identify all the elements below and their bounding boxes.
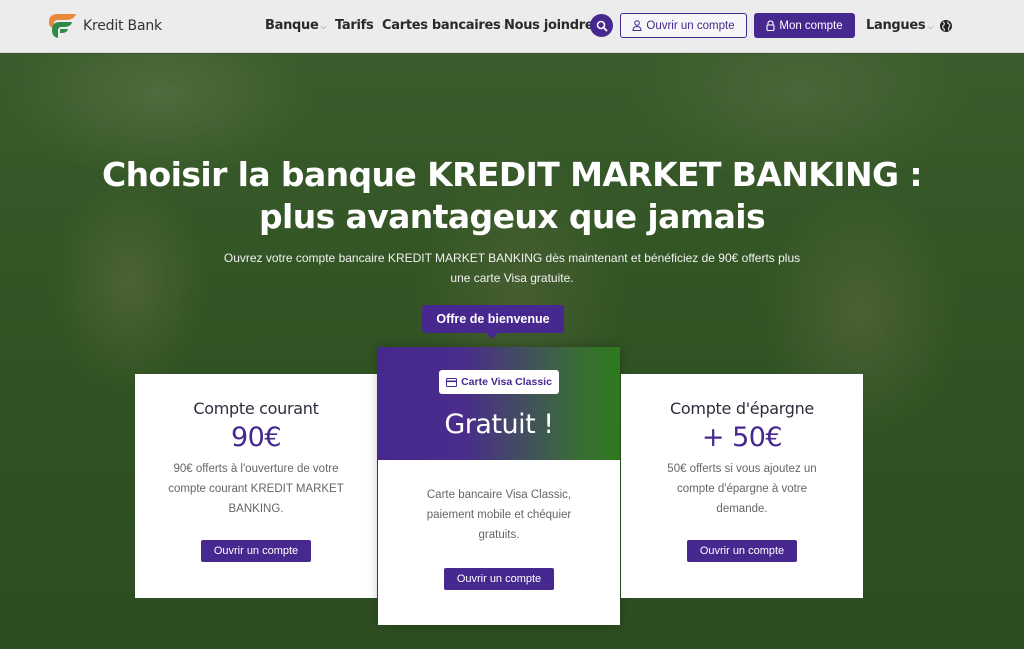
brand-name: Kredit Bank — [83, 18, 162, 34]
savings-account-card: Compte d'épargne + 50€ 50€ offerts si vo… — [621, 374, 863, 598]
search-icon — [596, 20, 607, 31]
credit-card-icon — [446, 377, 458, 387]
chevron-down-icon: ⌵ — [927, 22, 934, 31]
nav-label: Nous joindre — [504, 18, 594, 33]
lock-icon — [766, 20, 775, 31]
visa-classic-chip: Carte Visa Classic — [439, 370, 559, 394]
card-amount: 90€ — [230, 422, 282, 453]
brand-logo[interactable]: Kredit Bank — [46, 12, 162, 40]
chevron-down-icon: ⌵ — [320, 22, 327, 31]
open-visa-account-button[interactable]: Ouvrir un compte — [444, 568, 554, 590]
free-headline: Gratuit ! — [444, 409, 554, 440]
nav-item-cartes-bancaires[interactable]: Cartes bancaires ⌵ — [382, 18, 509, 33]
card-description: 50€ offerts si vous ajoutez un compte d'… — [667, 463, 817, 515]
nav-item-nous-joindre[interactable]: Nous joindre — [504, 18, 594, 33]
visa-classic-card: Carte Visa Classic Gratuit ! Carte banca… — [378, 347, 620, 625]
nav-label: Banque — [265, 18, 319, 33]
card-amount: + 50€ — [701, 422, 783, 453]
search-button[interactable] — [590, 14, 613, 37]
nav-label: Cartes bancaires — [382, 18, 501, 33]
visa-chip-label: Carte Visa Classic — [461, 376, 552, 388]
user-icon — [632, 20, 642, 31]
open-account-button[interactable]: Ouvrir un compte — [620, 13, 747, 38]
open-checking-account-button[interactable]: Ouvrir un compte — [201, 540, 311, 562]
card-title: Compte d'épargne — [670, 399, 814, 418]
nav-label: Tarifs — [335, 18, 374, 33]
hero-subtitle: Ouvrez votre compte bancaire KREDIT MARK… — [223, 251, 801, 285]
my-account-label: Mon compte — [779, 19, 843, 32]
open-account-label: Ouvrir un compte — [646, 19, 735, 32]
welcome-offer-badge: Offre de bienvenue — [422, 305, 564, 339]
visa-card-header: Carte Visa Classic Gratuit ! — [378, 347, 620, 460]
card-title: Compte courant — [193, 399, 319, 418]
card-description: Carte bancaire Visa Classic, paiement mo… — [426, 489, 572, 541]
open-savings-account-button[interactable]: Ouvrir un compte — [687, 540, 797, 562]
card-description: 90€ offerts à l'ouverture de votre compt… — [168, 463, 344, 515]
hero-title: Choisir la banque KREDIT MARKET BANKING … — [102, 155, 923, 236]
welcome-offer-label: Offre de bienvenue — [436, 312, 550, 326]
nav-label: Langues — [866, 18, 926, 33]
my-account-button[interactable]: Mon compte — [754, 13, 855, 38]
globe-icon[interactable] — [939, 19, 953, 33]
nav-item-tarifs[interactable]: Tarifs — [335, 18, 374, 33]
checking-account-card: Compte courant 90€ 90€ offerts à l'ouver… — [135, 374, 377, 598]
nav-item-banque[interactable]: Banque ⌵ — [265, 18, 327, 33]
nav-item-langues[interactable]: Langues ⌵ — [866, 18, 933, 33]
top-navbar: Kredit Bank Banque ⌵ Tarifs Cartes bancai… — [0, 0, 1024, 53]
kredit-bank-logo-icon — [49, 14, 76, 38]
